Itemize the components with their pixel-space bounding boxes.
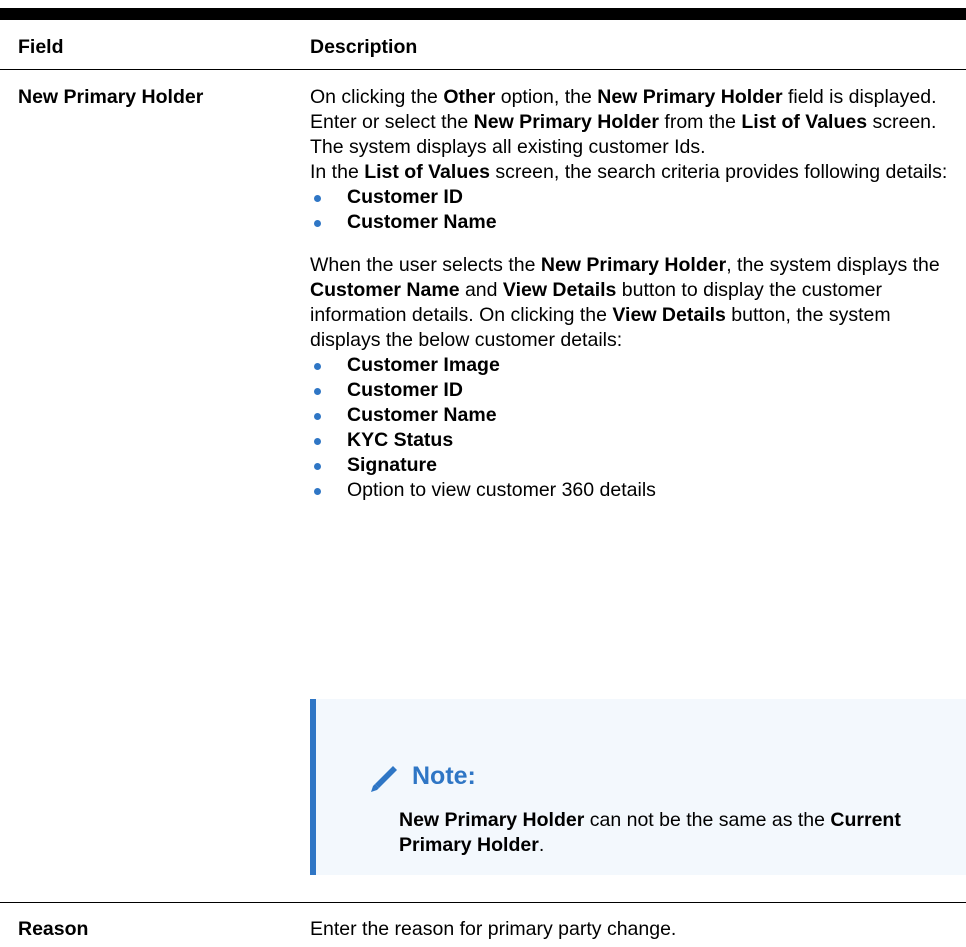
note-body: New Primary Holder can not be the same a… bbox=[399, 809, 901, 856]
paragraph-enter-or-select: Enter or select the New Primary Holder f… bbox=[310, 111, 937, 158]
search-criteria-list: Customer ID Customer Name bbox=[310, 185, 966, 235]
column-header-description: Description bbox=[310, 36, 418, 58]
list-item: KYC Status bbox=[310, 428, 966, 453]
list-item: Customer ID bbox=[310, 185, 966, 210]
list-item: Option to view customer 360 details bbox=[310, 478, 966, 503]
table-top-border bbox=[0, 8, 966, 20]
row-divider bbox=[0, 902, 966, 903]
description-reason: Enter the reason for primary party chang… bbox=[310, 918, 677, 940]
note-header: Note: bbox=[366, 759, 476, 793]
description-new-primary-holder: On clicking the Other option, the New Pr… bbox=[310, 85, 966, 503]
header-divider bbox=[0, 69, 966, 70]
paragraph-search-criteria: In the List of Values screen, the search… bbox=[310, 161, 948, 183]
paragraph-other-option: On clicking the Other option, the New Pr… bbox=[310, 86, 937, 108]
list-item: Customer Name bbox=[310, 210, 966, 235]
list-item: Signature bbox=[310, 453, 966, 478]
list-item: Customer Name bbox=[310, 403, 966, 428]
field-name-reason: Reason bbox=[18, 918, 89, 940]
column-header-field: Field bbox=[18, 36, 64, 58]
paragraph-view-details: When the user selects the New Primary Ho… bbox=[310, 254, 940, 351]
customer-details-list: Customer Image Customer ID Customer Name… bbox=[310, 353, 966, 503]
list-item: Customer Image bbox=[310, 353, 966, 378]
note-title: Note: bbox=[412, 761, 476, 790]
note-callout: Note: New Primary Holder can not be the … bbox=[310, 699, 966, 875]
pencil-icon bbox=[371, 766, 397, 792]
list-item: Customer ID bbox=[310, 378, 966, 403]
field-name-new-primary-holder: New Primary Holder bbox=[18, 86, 204, 108]
